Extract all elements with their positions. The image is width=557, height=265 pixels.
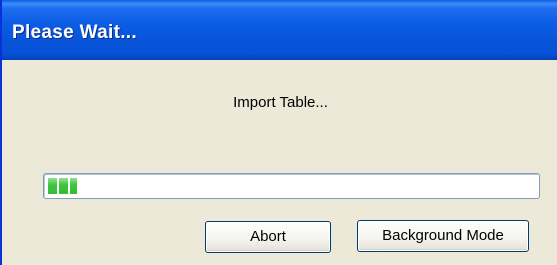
abort-button[interactable]: Abort [205, 221, 331, 253]
status-message: Import Table... [233, 94, 328, 111]
progress-bar [43, 173, 540, 199]
window-title: Please Wait... [12, 22, 137, 43]
please-wait-dialog: Please Wait... Import Table... Abort Bac… [0, 0, 557, 265]
background-mode-button[interactable]: Background Mode [357, 220, 529, 252]
title-bar[interactable]: Please Wait... [2, 0, 557, 60]
progress-bar-fill [48, 178, 77, 194]
